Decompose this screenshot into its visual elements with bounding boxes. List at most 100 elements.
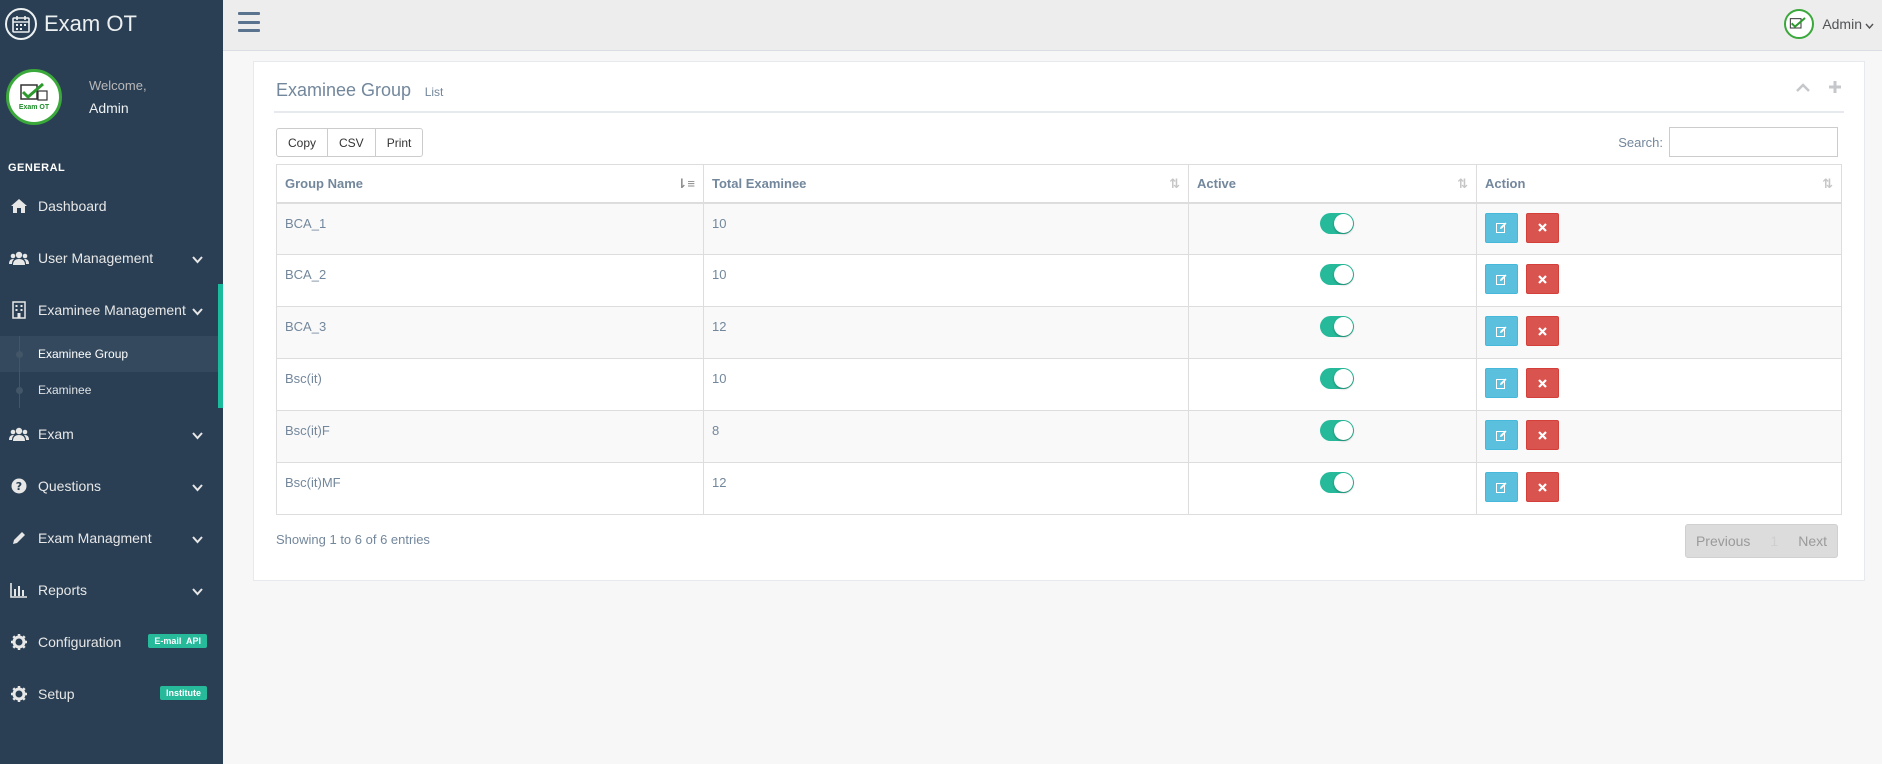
bullet-icon [16, 387, 23, 394]
svg-text:?: ? [16, 480, 22, 493]
sidebar-item-user-management[interactable]: User Management [0, 232, 223, 284]
sidebar-item-label: Reports [38, 582, 88, 598]
submenu-item-label: Examinee [38, 383, 92, 397]
home-icon [8, 196, 30, 216]
active-toggle[interactable] [1319, 368, 1354, 389]
delete-button[interactable] [1526, 264, 1559, 294]
delete-button[interactable] [1526, 212, 1559, 243]
brand[interactable]: Exam OT [0, 0, 223, 47]
user-name: Admin [1822, 16, 1862, 32]
sidebar-item-configuration[interactable]: Configuration E-mail API [0, 616, 223, 668]
copy-button[interactable]: Copy [276, 128, 329, 157]
edit-button[interactable] [1485, 472, 1518, 502]
sidebar-item-exam-managment[interactable]: Exam Managment [0, 512, 223, 564]
group-name-cell: BCA_3 [276, 306, 704, 359]
sidebar-item-reports[interactable]: Reports [0, 564, 223, 616]
examinee-submenu: Examinee Group Examinee [0, 336, 223, 408]
section-title: GENERAL [8, 162, 66, 174]
sidebar: Exam OT Exam OT Welcome, Admin GENERAL D… [0, 0, 223, 764]
user-menu[interactable]: Admin [1784, 9, 1874, 39]
avatar-logo-text: Exam OT [18, 104, 50, 111]
group-name-cell: Bsc(it)MF [276, 462, 704, 515]
edit-icon [1496, 378, 1507, 389]
search-input[interactable] [1669, 127, 1838, 157]
edit-icon [1496, 326, 1507, 337]
total-examinee-cell: 12 [703, 306, 1189, 359]
sort-icon: ⇅ [1457, 176, 1468, 191]
delete-button[interactable] [1526, 472, 1559, 502]
sidebar-item-label: Setup [38, 686, 75, 702]
menu-toggle-icon[interactable] [238, 12, 260, 32]
edit-button[interactable] [1485, 316, 1518, 346]
edit-button[interactable] [1485, 420, 1518, 450]
top-navbar: Admin [223, 0, 1882, 51]
sidebar-item-label: Exam Managment [38, 530, 152, 546]
profile: Exam OT Welcome, Admin [0, 47, 223, 147]
gear-icon [8, 632, 30, 652]
edit-button[interactable] [1485, 264, 1518, 294]
panel-title: Examinee Group [276, 80, 412, 100]
collapse-icon[interactable] [1796, 80, 1810, 99]
previous-button[interactable]: Previous [1686, 533, 1760, 549]
sidebar-item-examinee-management[interactable]: Examinee Management [0, 284, 223, 336]
export-buttons: Copy CSV Print [276, 128, 424, 157]
sidebar-item-questions[interactable]: ? Questions [0, 460, 223, 512]
sidebar-item-exam[interactable]: Exam [0, 408, 223, 460]
chevron-down-icon [192, 531, 203, 547]
total-examinee-cell: 8 [703, 410, 1189, 463]
sidebar-item-label: User Management [38, 250, 154, 266]
active-toggle[interactable] [1319, 316, 1354, 337]
next-button[interactable]: Next [1788, 533, 1837, 549]
sidebar-item-label: Dashboard [38, 198, 107, 214]
exam-logo-icon [20, 83, 48, 101]
submenu-item-label: Examinee Group [38, 347, 129, 361]
pagination: Previous 1 Next [1684, 524, 1838, 558]
page-button[interactable]: 1 [1760, 533, 1788, 549]
column-header-active[interactable]: Active ⇅ [1188, 164, 1477, 204]
bar-chart-icon [8, 580, 30, 600]
edit-icon [1496, 222, 1507, 233]
delete-button[interactable] [1526, 420, 1559, 450]
column-header-action[interactable]: Action ⇅ [1476, 164, 1842, 204]
sidebar-item-label: Configuration [38, 634, 122, 650]
csv-button[interactable]: CSV [327, 128, 376, 157]
delete-button[interactable] [1526, 316, 1559, 346]
bullet-icon [16, 351, 23, 358]
chevron-down-icon [192, 479, 203, 495]
active-toggle[interactable] [1319, 472, 1354, 493]
building-icon [8, 300, 30, 320]
edit-button[interactable] [1485, 212, 1518, 243]
close-icon [1538, 274, 1547, 284]
table-row: BCA_3 12 [276, 306, 1842, 359]
profile-name: Admin [89, 100, 129, 116]
chevron-down-icon [1865, 16, 1874, 32]
avatar: Exam OT [6, 69, 62, 125]
print-button[interactable]: Print [374, 128, 424, 157]
sidebar-item-dashboard[interactable]: Dashboard [0, 180, 223, 232]
active-toggle[interactable] [1319, 420, 1354, 441]
search: Search: [1618, 127, 1838, 157]
edit-button[interactable] [1485, 368, 1518, 398]
institute-badge: Institute [160, 686, 207, 700]
close-icon [1538, 378, 1547, 388]
submenu-item-examinee[interactable]: Examinee [0, 372, 218, 408]
group-name-cell: BCA_2 [276, 254, 704, 307]
delete-button[interactable] [1526, 368, 1559, 398]
table-info: Showing 1 to 6 of 6 entries [276, 532, 430, 547]
edit-icon [1496, 430, 1507, 441]
edit-icon [1496, 274, 1507, 285]
column-header-group-name[interactable]: Group Name ⇂≡ [276, 164, 704, 204]
chevron-down-icon [192, 251, 203, 267]
sidebar-item-setup[interactable]: Setup Institute [0, 668, 223, 720]
table-row: BCA_1 10 [276, 202, 1842, 255]
column-header-total-examinee[interactable]: Total Examinee ⇅ [703, 164, 1189, 204]
plus-icon[interactable] [1828, 80, 1842, 99]
examinee-group-table: Group Name ⇂≡ Total Examinee ⇅ Active ⇅ Act… [276, 164, 1842, 515]
total-examinee-cell: 10 [703, 358, 1189, 411]
sidebar-item-label: Examinee Management [38, 302, 186, 318]
submenu-item-examinee-group[interactable]: Examinee Group [0, 336, 218, 372]
active-toggle[interactable] [1319, 212, 1354, 234]
gear-icon [8, 684, 30, 704]
edit-icon [1496, 482, 1507, 493]
active-toggle[interactable] [1319, 264, 1354, 285]
